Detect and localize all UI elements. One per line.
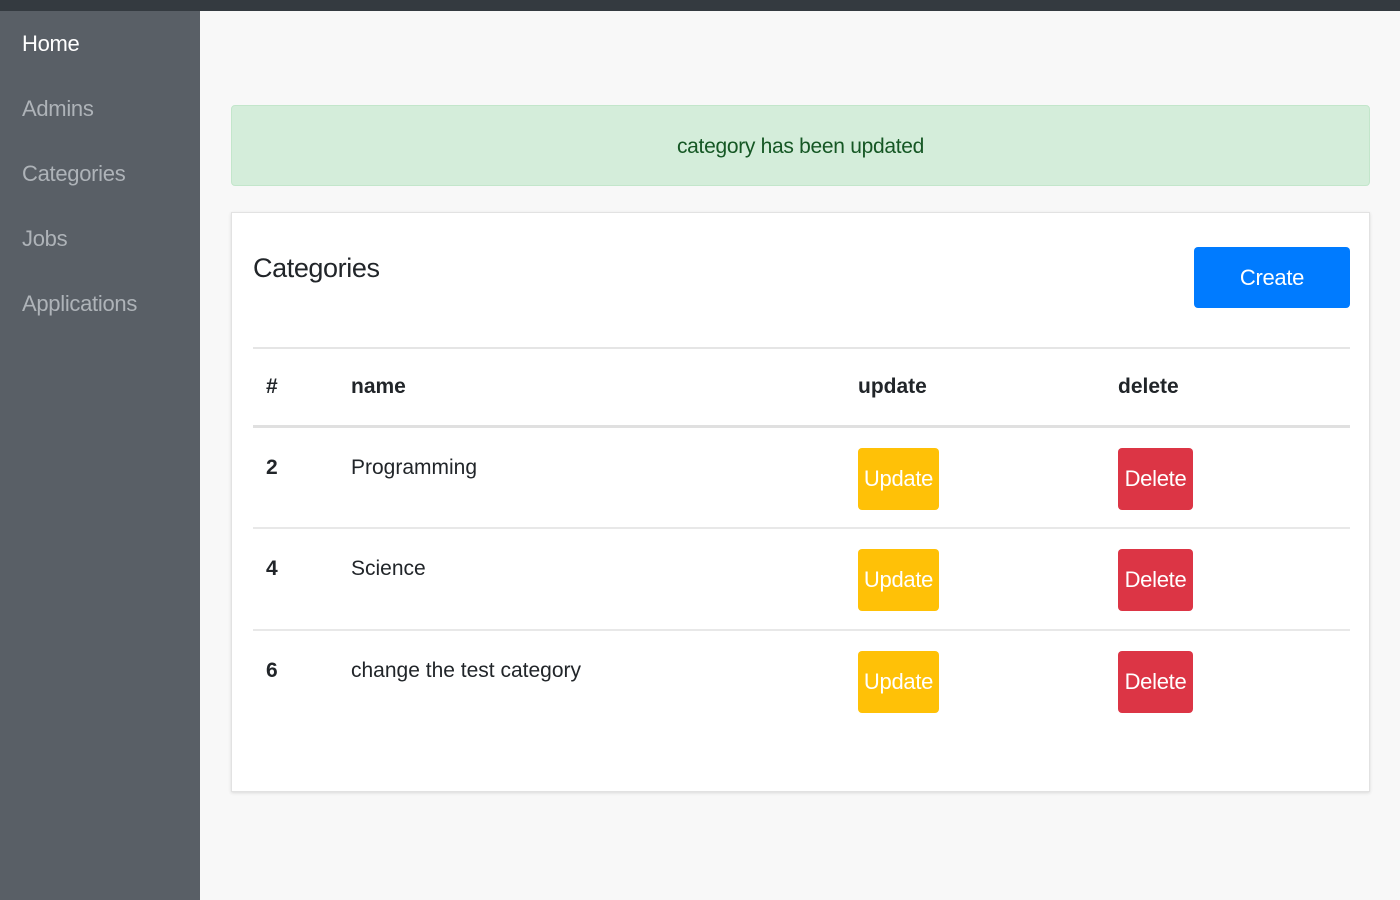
- update-button[interactable]: Update: [858, 651, 939, 713]
- row-name: Science: [351, 557, 426, 580]
- categories-card: Categories Create Categories # name upda…: [231, 212, 1370, 792]
- column-header-update: update: [858, 374, 927, 398]
- delete-button[interactable]: Delete: [1118, 447, 1193, 510]
- create-categories-button[interactable]: Create Categories: [1194, 247, 1350, 351]
- row-id: 2: [266, 455, 278, 479]
- sidebar-item-jobs[interactable]: Jobs: [0, 206, 200, 271]
- delete-button[interactable]: Delete: [1118, 549, 1193, 611]
- row-id: 4: [266, 557, 278, 580]
- column-header-id: #: [266, 374, 278, 398]
- update-button[interactable]: Update: [858, 447, 939, 510]
- row-name: change the test category: [351, 659, 581, 682]
- table-row: 2 Programming Update Delete: [253, 426, 1350, 528]
- sidebar-item-applications[interactable]: Applications: [0, 271, 200, 336]
- top-navbar: [0, 0, 1400, 11]
- delete-button[interactable]: Delete: [1118, 651, 1193, 713]
- card-title: Categories: [253, 253, 380, 283]
- column-header-name: name: [351, 374, 406, 398]
- row-name: Programming: [351, 455, 478, 479]
- sidebar-item-categories[interactable]: Categories: [0, 141, 200, 206]
- sidebar: Home Admins Categories Jobs Applications: [0, 11, 200, 900]
- alert-message: category has been updated: [676, 135, 925, 158]
- table-row: 4 Science Update Delete: [253, 528, 1350, 630]
- main-content: category has been updated Categories Cre…: [200, 11, 1400, 900]
- success-alert: category has been updated: [231, 105, 1370, 186]
- categories-table: # name update delete 2 Programming Updat…: [253, 347, 1350, 732]
- update-button[interactable]: Update: [858, 549, 939, 611]
- sidebar-item-home[interactable]: Home: [0, 11, 200, 76]
- table-header-row: # name update delete: [253, 348, 1350, 426]
- table-row: 6 change the test category Update Delete: [253, 630, 1350, 732]
- sidebar-item-admins[interactable]: Admins: [0, 76, 200, 141]
- row-id: 6: [266, 659, 278, 682]
- column-header-delete: delete: [1118, 374, 1179, 398]
